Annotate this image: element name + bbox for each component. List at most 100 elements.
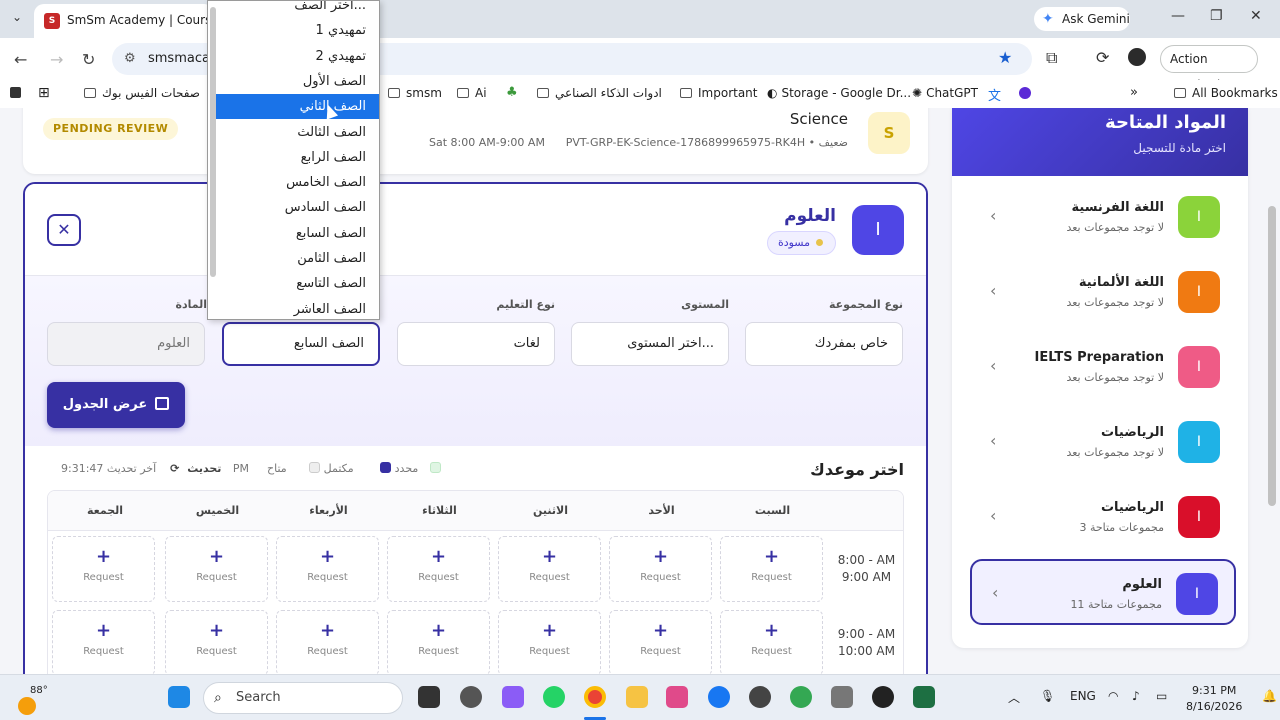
slot-request-cell[interactable]: + Request [609,610,712,674]
minimize-icon[interactable]: — [1171,8,1185,24]
grade-select[interactable]: الصف السابع [222,322,380,366]
grade-option[interactable]: الصف الرابع [216,145,379,170]
browser-tab[interactable]: S SmSm Academy | Course Re [34,4,214,38]
wifi-icon[interactable]: ◠ [1108,689,1118,703]
legend-full: مكتمل [305,462,358,475]
extensions-icon[interactable]: ⧉ [1046,48,1057,68]
notifications-icon[interactable]: 🔔 [1262,689,1277,703]
grade-option[interactable]: الصف الأول [216,69,379,94]
grade-option[interactable]: الصف العاشر [216,297,379,319]
back-icon[interactable]: ← [14,50,27,69]
education-type-select[interactable]: لغات [397,322,555,366]
action-required-button[interactable]: Action required [1160,45,1258,92]
apps-icon[interactable] [10,87,21,98]
slot-request-cell[interactable]: + Request [720,610,823,674]
translate-icon[interactable]: 文 [988,85,1001,104]
bookmark-star-icon[interactable]: ★ [998,48,1012,67]
slot-request-cell[interactable]: + Request [165,610,268,674]
battery-icon[interactable]: ▭ [1156,689,1167,703]
subject-item[interactable]: I IELTS Preparation لا توجد مجموعات بعد ‹ [970,334,1236,400]
settings-icon[interactable] [460,686,482,708]
snipping-tool-icon[interactable] [666,686,688,708]
request-label: Request [640,646,681,657]
volume-icon[interactable]: ♪ [1132,689,1140,703]
slot-request-cell[interactable]: + Request [276,610,379,674]
slot-request-cell[interactable]: + Request [498,610,601,674]
grade-option[interactable]: تمهيدي 2 [216,44,379,69]
slot-request-cell[interactable]: + Request [276,536,379,602]
site-info-icon[interactable]: ⚙ [124,43,136,75]
slot-request-cell[interactable]: + Request [165,536,268,602]
clock-app-icon[interactable] [749,686,771,708]
slot-request-cell[interactable]: + Request [498,536,601,602]
subject-select[interactable]: العلوم [47,322,205,366]
grade-option[interactable]: الصف السابع [216,221,379,246]
bookmark-item[interactable]: smsm [388,86,442,100]
chrome-alt-icon[interactable] [790,686,812,708]
obs-icon[interactable] [872,686,894,708]
course-subject: Science [789,110,848,128]
tab-list-icon[interactable]: ⌄ [12,10,22,24]
pending-course-card[interactable]: PENDING REVIEW Science PVT-GRP-EK-Scienc… [23,108,928,174]
slot-request-cell[interactable]: + Request [387,536,490,602]
profile-avatar-icon[interactable] [1128,48,1146,66]
level-select[interactable]: اختر المستوى... [571,322,729,366]
subject-item-status: لا توجد مجموعات بعد [1066,221,1164,234]
sync-icon[interactable]: ⟳ [1096,48,1109,67]
excel-icon[interactable] [913,686,935,708]
bookmark-item[interactable]: صفحات الفيس بوك [84,86,200,100]
subject-item[interactable]: I العلوم 11 مجموعات متاحة ‹ [970,559,1236,625]
bookmark-item[interactable]: ◐ Storage - Google Dr... [767,86,911,100]
grade-option[interactable]: الصف الثالث [216,120,379,145]
ask-gemini-button[interactable]: ✦ Ask Gemini [1034,7,1130,31]
subject-item[interactable]: I الرياضيات لا توجد مجموعات بعد ‹ [970,409,1236,475]
file-explorer-icon[interactable] [626,686,648,708]
grade-option[interactable]: اختر الصف... [216,1,379,18]
slot-request-cell[interactable]: + Request [52,610,155,674]
grid-icon[interactable]: ⊞ [38,85,50,101]
subject-item[interactable]: I اللغة الفرنسية لا توجد مجموعات بعد ‹ [970,184,1236,250]
page-scrollbar[interactable] [1268,206,1276,506]
all-bookmarks[interactable]: All Bookmarks [1174,86,1278,100]
bookmark-item[interactable]: Ai [457,86,487,100]
plant-icon[interactable]: ♣ [506,85,518,100]
subject-item[interactable]: I اللغة الألمانية لا توجد مجموعات بعد ‹ [970,259,1236,325]
grade-option[interactable]: الصف الثاني [216,94,379,120]
bookmark-item[interactable]: Important [680,86,758,100]
maximize-icon[interactable]: ❐ [1210,8,1223,24]
close-window-icon[interactable]: ✕ [1250,8,1262,24]
slot-request-cell[interactable]: + Request [720,536,823,602]
subject-item[interactable]: I الرياضيات 3 مجموعات متاحة ‹ [970,484,1236,550]
slot-request-cell[interactable]: + Request [609,536,712,602]
task-view-icon[interactable] [418,686,440,708]
facebook-icon[interactable] [708,686,730,708]
close-button[interactable]: ✕ [47,214,81,246]
whatsapp-icon[interactable] [543,686,565,708]
chrome-icon[interactable] [584,686,606,708]
refresh-button[interactable]: تحديث ⟳ [170,462,225,475]
grade-option[interactable]: الصف الخامس [216,170,379,195]
tray-overflow-icon[interactable]: ︿ [1008,689,1020,706]
slot-request-cell[interactable]: + Request [387,610,490,674]
language-indicator[interactable]: ENG [1070,689,1096,703]
more-bookmarks-icon[interactable]: » [1130,85,1138,100]
taskbar-clock[interactable]: 9:31 PM 8/16/2026 [1186,683,1242,715]
microphone-icon[interactable]: 🎙 [1040,689,1055,703]
group-type-select[interactable]: خاص بمفردك [745,322,903,366]
start-icon[interactable] [168,686,190,708]
reload-icon[interactable]: ↻ [82,50,95,69]
grade-option[interactable]: تمهيدي 1 [216,18,379,43]
bookmark-item[interactable]: ✺ ChatGPT [912,86,978,100]
grade-option[interactable]: الصف السادس [216,195,379,220]
calculator-icon[interactable] [831,686,853,708]
bookmark-item[interactable]: ادوات الذكاء الصناعي [537,86,662,100]
weather-widget[interactable]: 88° [18,683,48,715]
show-schedule-button[interactable]: عرض الجدول [47,382,185,428]
grade-option[interactable]: الصف التاسع [216,271,379,296]
extension-bookmark-icon[interactable] [1019,87,1031,99]
slot-request-cell[interactable]: + Request [52,536,155,602]
taskbar-search[interactable]: ⌕ Search [203,682,403,714]
copilot-icon[interactable] [502,686,524,708]
grade-option[interactable]: الصف الثامن [216,246,379,271]
forward-icon[interactable]: → [50,50,63,69]
